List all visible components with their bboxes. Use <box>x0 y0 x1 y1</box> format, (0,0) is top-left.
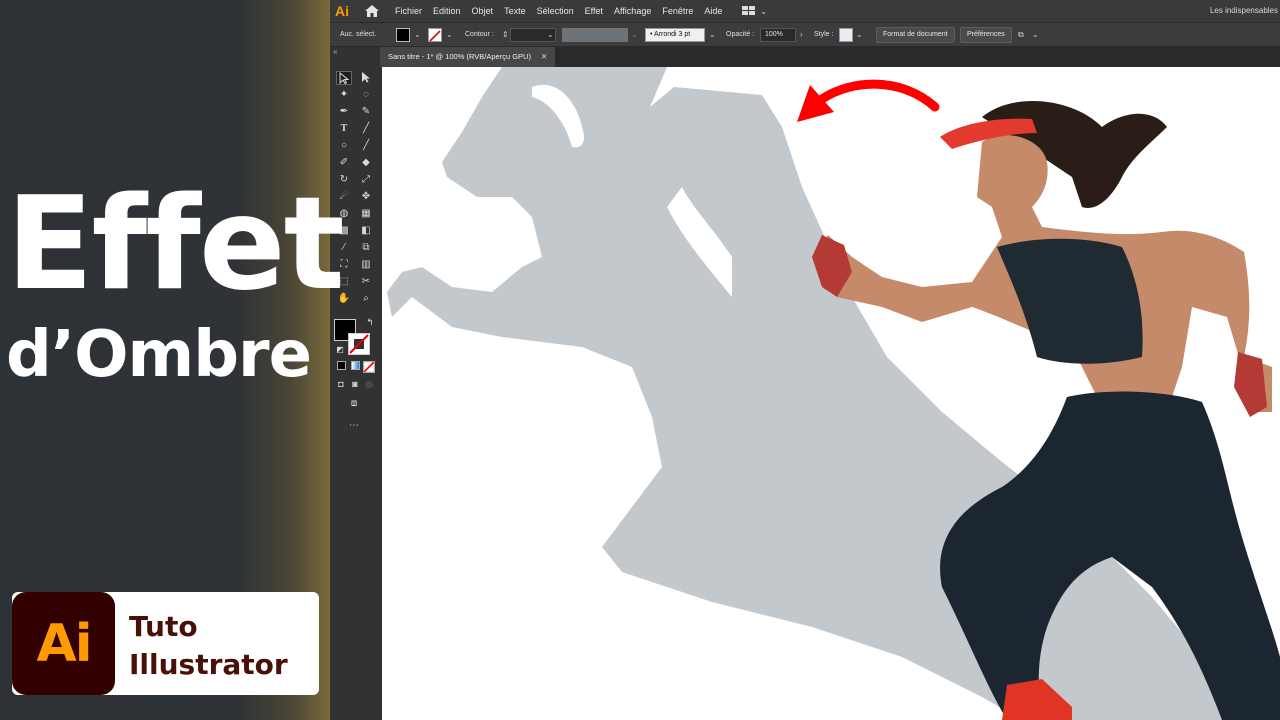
stroke-label: Contour : <box>465 31 494 38</box>
slice-icon[interactable]: ✂ <box>358 275 374 289</box>
chevron-down-icon[interactable]: ⌄ <box>631 28 638 42</box>
tutorial-badge: Ai Tuto Illustrator <box>12 592 319 695</box>
chevron-down-icon[interactable]: ⌄ <box>446 28 453 42</box>
document-tab-title: Sans titre - 1* @ 100% (RVB/Aperçu GPU) <box>388 52 531 61</box>
badge-line2: Illustrator <box>129 648 288 681</box>
default-colors-icon[interactable]: ◩ <box>332 343 348 357</box>
menu-aide[interactable]: Aide <box>704 6 722 16</box>
menu-bar: Ai Fichier Edition Objet Texte Sélection… <box>330 0 1280 22</box>
graphic-style-swatch[interactable] <box>839 28 853 42</box>
home-icon[interactable] <box>363 4 381 18</box>
direct-selection-icon[interactable] <box>358 71 374 85</box>
chevron-down-icon[interactable]: ⌄ <box>856 28 863 42</box>
thumbnail-title-panel: Effet d’Ombre Ai Tuto Illustrator <box>0 0 345 720</box>
graph-icon[interactable]: ▥ <box>358 258 374 272</box>
selection-status: Auc. sélect. <box>340 31 377 38</box>
stroke-swatch[interactable] <box>428 28 442 42</box>
blend-icon[interactable]: ⧉ <box>358 241 374 255</box>
menu-edition[interactable]: Edition <box>433 6 461 16</box>
none-mode-icon[interactable] <box>361 361 377 375</box>
variable-width-profile[interactable] <box>562 28 628 42</box>
brush-definition[interactable]: • Arrondi 3 pt <box>645 28 705 42</box>
menu-fichier[interactable]: Fichier <box>395 6 422 16</box>
no-stroke-icon <box>429 30 441 42</box>
chevron-down-icon[interactable]: ⌄ <box>547 28 554 42</box>
menu-selection[interactable]: Sélection <box>537 6 574 16</box>
paintbrush-icon[interactable]: ╱ <box>358 139 374 153</box>
more-tools-icon[interactable]: ⋯ <box>346 419 362 433</box>
stepper-icon[interactable]: ⇕ <box>502 28 509 42</box>
stroke-color-swatch[interactable] <box>348 333 370 355</box>
free-transform-icon[interactable]: ✥ <box>358 190 374 204</box>
selection-tool-icon[interactable] <box>336 71 352 85</box>
document-tab[interactable]: Sans titre - 1* @ 100% (RVB/Aperçu GPU) … <box>380 47 556 67</box>
eraser-icon[interactable]: ◆ <box>358 156 374 170</box>
shaper-icon[interactable]: ✐ <box>336 156 352 170</box>
menu-texte[interactable]: Texte <box>504 6 526 16</box>
menu-affichage[interactable]: Affichage <box>614 6 651 16</box>
thumbnail-title-line1: Effet <box>6 170 345 319</box>
perspective-icon[interactable]: ▦ <box>358 207 374 221</box>
line-icon[interactable]: ╱ <box>358 122 374 136</box>
workspace-grid-icon <box>742 6 756 15</box>
illustrator-logo-icon: Ai <box>12 592 115 695</box>
canvas-artwork <box>387 67 1280 720</box>
chevron-down-icon[interactable]: ⌄ <box>414 28 421 42</box>
chevron-down-icon[interactable]: ⌄ <box>1032 28 1039 42</box>
style-label: Style : <box>814 31 834 38</box>
opacity-label: Opacité : <box>726 31 755 38</box>
document-tab-bar: Sans titre - 1* @ 100% (RVB/Aperçu GPU) … <box>380 47 1280 67</box>
screen-mode-icon[interactable]: ⧈ <box>346 397 362 411</box>
tools-panel: ✦ ◌ ✒ ✎ T ╱ ○ ╱ ✐ ◆ ↻ ⤢ ☄ ✥ ◍ ▦ ▩ ◧ ⁄ ⧉ … <box>330 59 380 720</box>
preferences-button[interactable]: Préférences <box>960 27 1012 43</box>
thumbnail-title-line2: d’Ombre <box>6 318 312 392</box>
draw-inside-icon[interactable]: ◎ <box>361 377 377 391</box>
zoom-icon[interactable]: ⌕ <box>358 292 374 306</box>
no-stroke-icon <box>349 334 369 354</box>
scale-icon[interactable]: ⤢ <box>358 173 374 187</box>
swap-colors-icon[interactable]: ↰ <box>362 315 378 329</box>
collapse-panel-icon[interactable]: « <box>330 47 380 59</box>
control-bar: Auc. sélect. ⌄ ⌄ Contour : ⇕ ⌄ ⌄ • Arron… <box>330 22 1280 47</box>
menu-fenetre[interactable]: Fenêtre <box>662 6 693 16</box>
type-icon[interactable]: T <box>336 122 352 136</box>
brush-dot-icon: • <box>650 31 653 38</box>
curvature-icon[interactable]: ✎ <box>358 105 374 119</box>
menu-effet[interactable]: Effet <box>585 6 603 16</box>
artboard-canvas[interactable] <box>382 67 1280 720</box>
lasso-icon[interactable]: ◌ <box>358 88 374 102</box>
chevron-down-icon: ⌄ <box>760 6 768 16</box>
illustrator-window: Ai Fichier Edition Objet Texte Sélection… <box>330 0 1280 720</box>
chevron-down-icon[interactable]: ⌄ <box>709 28 716 42</box>
workspace-label[interactable]: Les indispensables <box>1210 6 1278 15</box>
app-logo-icon: Ai <box>335 3 349 19</box>
gradient-icon[interactable]: ◧ <box>358 224 374 238</box>
arrange-icon[interactable]: ⧉ <box>1018 28 1024 42</box>
runner-glove-right <box>1234 352 1267 417</box>
workspace-switcher[interactable]: ⌄ <box>742 6 767 16</box>
document-setup-button[interactable]: Format de document <box>876 27 955 43</box>
pen-icon[interactable]: ✒ <box>336 105 352 119</box>
badge-line1: Tuto <box>129 610 198 643</box>
opacity-input[interactable]: 100% <box>760 28 796 42</box>
close-icon[interactable]: ✕ <box>541 52 547 61</box>
menu-objet[interactable]: Objet <box>472 6 494 16</box>
magic-wand-icon[interactable]: ✦ <box>336 88 352 102</box>
red-curved-arrow <box>817 79 940 112</box>
ellipse-icon[interactable]: ○ <box>336 139 352 153</box>
chevron-right-icon[interactable]: › <box>800 28 803 42</box>
fill-swatch[interactable] <box>396 28 410 42</box>
thumbnail-stage: Ai Fichier Edition Objet Texte Sélection… <box>0 0 1280 720</box>
